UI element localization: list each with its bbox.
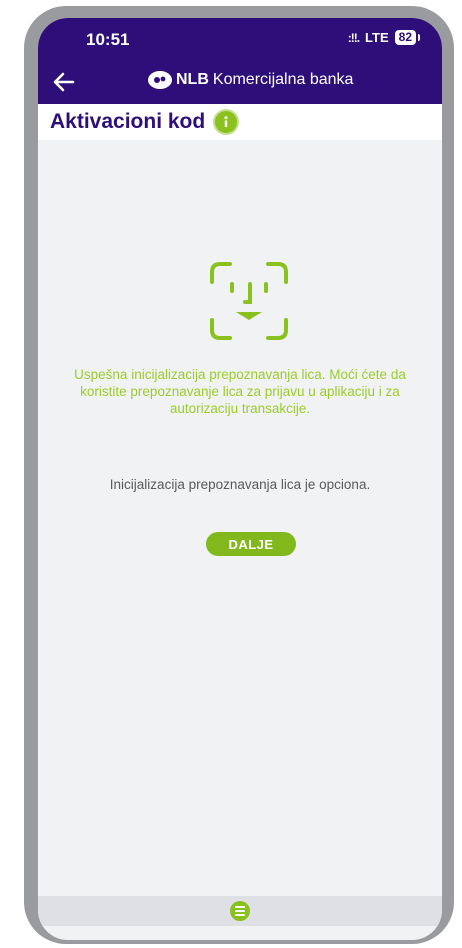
- nlb-logo-icon: [148, 71, 172, 89]
- page-title: Aktivacioni kod: [50, 110, 206, 133]
- brand-name-bold: NLB: [176, 71, 209, 88]
- status-time: 10:51: [86, 30, 130, 49]
- menu-icon[interactable]: [230, 901, 250, 921]
- network-label: LTE: [365, 30, 389, 45]
- top-bar: 10:51 :!!. LTE 82 NLB Komercijalna banka: [38, 18, 442, 104]
- next-button[interactable]: DALJE: [206, 532, 296, 556]
- brand-name: Komercijalna banka: [212, 71, 354, 88]
- success-message: Uspešna inicijalizacija prepoznavanja li…: [74, 367, 406, 416]
- signal-icon: :!!.: [347, 30, 360, 45]
- back-button[interactable]: [50, 68, 78, 96]
- status-indicators: :!!. LTE 82: [347, 30, 421, 45]
- brand-logo: NLB Komercijalna banka: [148, 71, 353, 89]
- bottom-bar: [38, 896, 442, 926]
- battery-indicator: 82: [394, 30, 421, 45]
- title-bar: Aktivacioni kod: [38, 104, 442, 140]
- face-id-icon: [210, 262, 288, 340]
- optional-message: Inicijalizacija prepoznavanja lica je op…: [109, 477, 371, 492]
- info-icon: [224, 116, 228, 127]
- arrow-left-icon: [53, 72, 75, 92]
- info-button[interactable]: [213, 109, 240, 135]
- screen: 10:51 :!!. LTE 82 NLB Komercijalna banka…: [38, 18, 442, 940]
